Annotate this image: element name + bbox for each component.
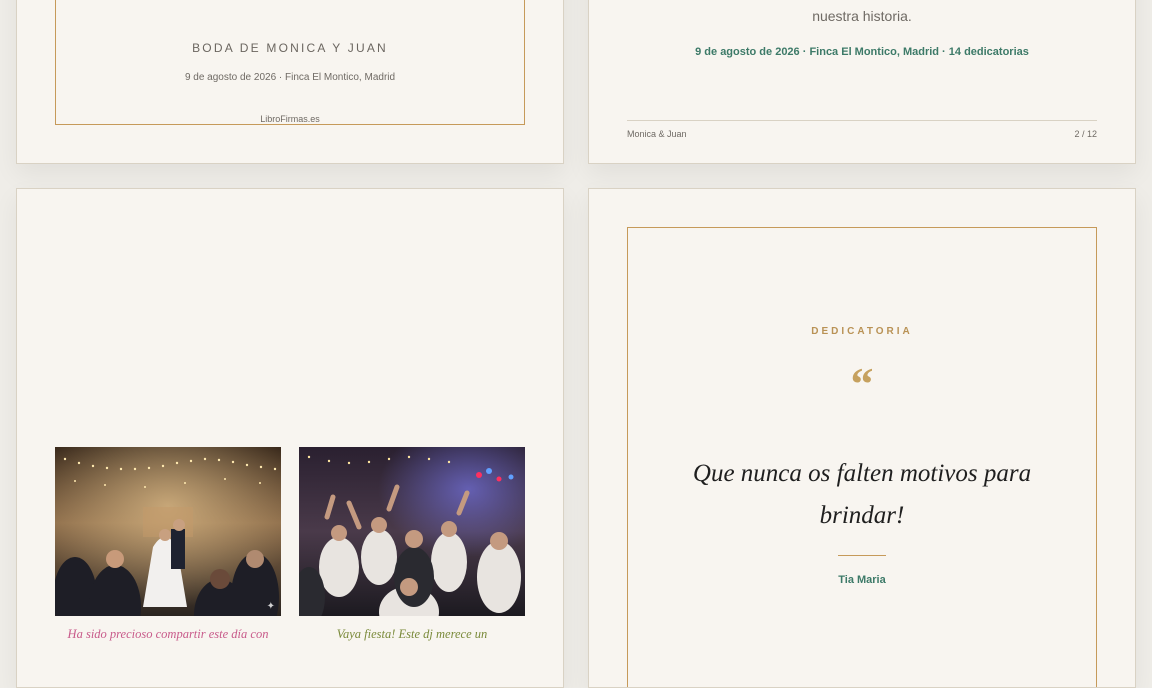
- photo-first-dance[interactable]: ✦: [55, 447, 281, 616]
- intro-meta: 9 de agosto de 2026 · Finca El Montico, …: [695, 46, 1029, 58]
- photos-page: ✦ Ha sido precioso compartir este día co…: [16, 188, 564, 688]
- page-number: 2 / 12: [1074, 129, 1097, 139]
- dedication-page: DEDICATORIA “ Que nunca os falten motivo…: [588, 188, 1136, 688]
- intro-page: nuestra historia. 9 de agosto de 2026 · …: [588, 0, 1136, 164]
- footer-divider: [627, 120, 1097, 121]
- sparkle-icon: ✦: [266, 601, 275, 612]
- cover-title: BODA DE MONICA Y JUAN: [192, 41, 388, 55]
- photo-party-dancefloor-image: [299, 447, 525, 616]
- photo-party-dancefloor[interactable]: [299, 447, 525, 616]
- dedication-author: Tia Maria: [838, 574, 886, 586]
- photo-caption-second: Vaya fiesta! Este dj merece un: [336, 627, 488, 641]
- cover-date-place: 9 de agosto de 2026 · Finca El Montico, …: [184, 72, 396, 83]
- dedication-divider: [838, 555, 886, 556]
- cover-brand: LibroFirmas.es: [260, 114, 320, 124]
- intro-text: nuestra historia.: [812, 8, 912, 24]
- photo-first-dance-image: [55, 447, 281, 616]
- cover-page: BODA DE MONICA Y JUAN 9 de agosto de 202…: [16, 0, 564, 164]
- dedication-label: DEDICATORIA: [811, 326, 913, 337]
- cover-frame: [55, 0, 525, 125]
- dedication-text: Que nunca os falten motivos para brindar…: [692, 460, 1032, 529]
- photo-caption-first: Ha sido precioso compartir este día con: [67, 627, 269, 641]
- quote-mark-icon: “: [850, 358, 874, 409]
- footer-couple-name: Monica & Juan: [627, 129, 687, 139]
